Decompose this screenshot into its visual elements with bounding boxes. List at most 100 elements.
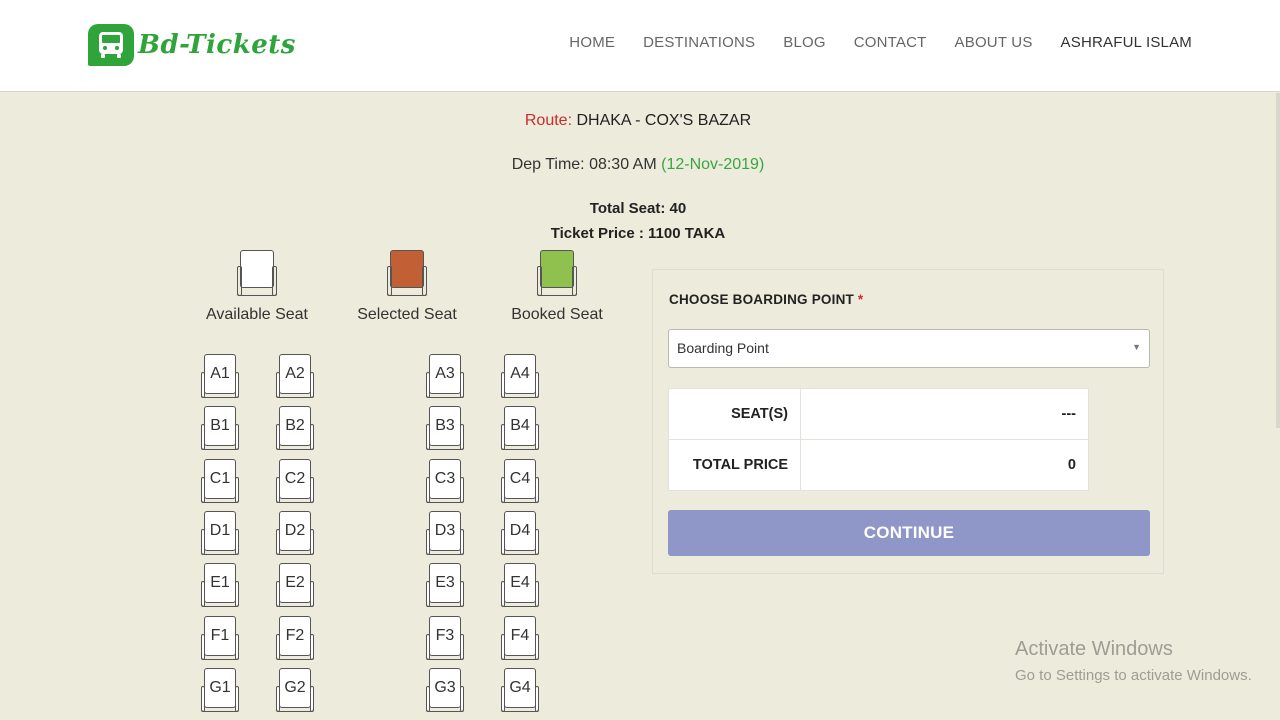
departure-time: Dep Time: 08:30 AM — [511, 156, 657, 173]
route-label: Route: — [524, 112, 573, 129]
seat-b4[interactable]: B4 — [501, 406, 539, 451]
seat-label: C1 — [209, 469, 231, 487]
seat-e1[interactable]: E1 — [201, 563, 239, 608]
activate-windows-subtitle: Go to Settings to activate Windows. — [1015, 667, 1252, 684]
seat-label: G4 — [509, 678, 531, 696]
required-mark: * — [857, 292, 864, 307]
legend-available: Available Seat — [197, 250, 317, 324]
seat-label: E3 — [435, 574, 455, 592]
seat-label: A4 — [510, 365, 530, 382]
boarding-point-title: CHOOSE BOARDING POINT * — [669, 292, 863, 307]
chevron-down-icon: ▼ — [1132, 342, 1141, 352]
booking-panel: CHOOSE BOARDING POINT * Boarding Point ▼… — [652, 269, 1164, 574]
legend-available-label: Available Seat — [206, 306, 308, 323]
ticket-price: Ticket Price : 1100 TAKA — [550, 225, 726, 242]
nav-destinations[interactable]: DESTINATIONS — [643, 34, 755, 51]
seat-f2[interactable]: F2 — [276, 615, 314, 660]
selected-seat-icon — [387, 250, 427, 296]
seat-f3[interactable]: F3 — [426, 615, 464, 660]
seat-a3[interactable]: A3 — [426, 354, 464, 398]
seat-label: G3 — [434, 678, 456, 696]
seat-label: A3 — [435, 365, 455, 382]
seat-e2[interactable]: E2 — [276, 563, 314, 608]
route-value: DHAKA - COX'S BAZAR — [576, 112, 752, 129]
scrollbar[interactable] — [1276, 93, 1280, 428]
seat-label: G2 — [284, 678, 306, 696]
seat-label: E2 — [285, 574, 305, 592]
seat-d3[interactable]: D3 — [426, 510, 464, 555]
seat-label: E1 — [210, 574, 230, 592]
nav-user-account[interactable]: ASHRAFUL ISLAM — [1061, 34, 1192, 51]
boarding-point-title-text: CHOOSE BOARDING POINT — [669, 292, 854, 307]
seat-label: C3 — [434, 469, 456, 487]
seats-value: --- — [800, 388, 1089, 440]
seat-label: D2 — [284, 521, 306, 539]
seat-g1[interactable]: G1 — [201, 667, 239, 712]
departure-date: (12-Nov-2019) — [661, 156, 765, 173]
legend-selected: Selected Seat — [347, 250, 467, 324]
table-row: TOTAL PRICE 0 — [668, 439, 1089, 491]
nav-contact[interactable]: CONTACT — [854, 34, 927, 51]
nav-home[interactable]: HOME — [569, 34, 615, 51]
available-seat-icon — [237, 250, 277, 296]
seat-b3[interactable]: B3 — [426, 406, 464, 451]
seat-label: D1 — [209, 521, 231, 539]
seat-c1[interactable]: C1 — [201, 458, 239, 503]
seat-d4[interactable]: D4 — [501, 510, 539, 555]
seat-label: B4 — [510, 417, 530, 435]
seat-label: B1 — [210, 417, 230, 435]
seat-label: C2 — [284, 469, 306, 487]
legend-booked-label: Booked Seat — [511, 306, 603, 323]
seat-f1[interactable]: F1 — [201, 615, 239, 660]
nav-about-us[interactable]: ABOUT US — [955, 34, 1033, 51]
seat-f4[interactable]: F4 — [501, 615, 539, 660]
legend-selected-label: Selected Seat — [357, 306, 457, 323]
departure-line: Dep Time: 08:30 AM (12-Nov-2019) — [0, 156, 1276, 174]
seat-label: C4 — [509, 469, 531, 487]
seat-g4[interactable]: G4 — [501, 667, 539, 712]
seat-label: B3 — [435, 417, 455, 435]
seat-label: F2 — [285, 626, 305, 644]
table-row: SEAT(S) --- — [668, 388, 1089, 440]
total-price-value: 0 — [800, 439, 1089, 491]
seat-c3[interactable]: C3 — [426, 458, 464, 503]
nav-blog[interactable]: BLOG — [783, 34, 825, 51]
total-price-label: TOTAL PRICE — [668, 439, 801, 491]
seat-g3[interactable]: G3 — [426, 667, 464, 712]
seat-a4[interactable]: A4 — [501, 354, 539, 398]
seat-label: E4 — [510, 574, 530, 592]
seat-e3[interactable]: E3 — [426, 563, 464, 608]
seat-b2[interactable]: B2 — [276, 406, 314, 451]
brand-name: Bd-Tickets — [138, 30, 296, 60]
seat-b1[interactable]: B1 — [201, 406, 239, 451]
seat-a2[interactable]: A2 — [276, 354, 314, 398]
seat-c2[interactable]: C2 — [276, 458, 314, 503]
seat-label: D4 — [509, 521, 531, 539]
total-seat: Total Seat: 40 — [589, 200, 687, 217]
seat-a1[interactable]: A1 — [201, 354, 239, 398]
booking-summary-table: SEAT(S) --- TOTAL PRICE 0 — [668, 388, 1089, 491]
boarding-point-select[interactable]: Boarding Point ▼ — [668, 329, 1150, 368]
seat-label: B2 — [285, 417, 305, 435]
seat-label: G1 — [209, 678, 231, 696]
bus-icon — [88, 24, 134, 66]
legend-booked: Booked Seat — [497, 250, 617, 324]
seat-label: D3 — [434, 521, 456, 539]
seat-e4[interactable]: E4 — [501, 563, 539, 608]
activate-windows-title: Activate Windows — [1015, 638, 1173, 660]
seat-d1[interactable]: D1 — [201, 510, 239, 555]
seat-c4[interactable]: C4 — [501, 458, 539, 503]
continue-button[interactable]: CONTINUE — [668, 510, 1150, 556]
seat-label: F4 — [510, 626, 530, 644]
top-navbar: Bd-Tickets HOME DESTINATIONS BLOG CONTAC… — [0, 0, 1280, 92]
booked-seat-icon — [537, 250, 577, 296]
seat-d2[interactable]: D2 — [276, 510, 314, 555]
main-nav: HOME DESTINATIONS BLOG CONTACT ABOUT US … — [541, 34, 1192, 51]
brand-logo[interactable]: Bd-Tickets — [88, 24, 296, 66]
seat-label: A2 — [285, 365, 305, 382]
seats-label: SEAT(S) — [668, 388, 801, 440]
route-line: Route: DHAKA - COX'S BAZAR — [0, 112, 1276, 130]
seat-label: F1 — [210, 626, 230, 644]
seat-g2[interactable]: G2 — [276, 667, 314, 712]
boarding-point-value: Boarding Point — [677, 340, 769, 356]
